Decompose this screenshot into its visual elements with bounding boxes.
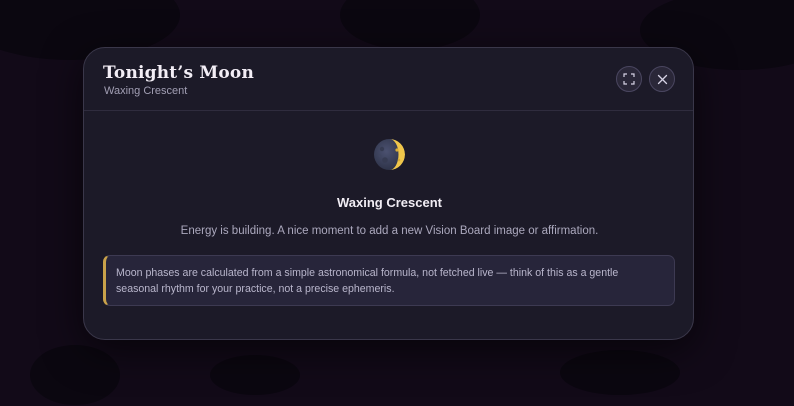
phase-name: Waxing Crescent [337, 195, 442, 210]
phase-description: Energy is building. A nice moment to add… [180, 225, 599, 237]
backdrop-shape [30, 345, 120, 405]
modal-title: Tonight’s Moon [103, 63, 255, 83]
modal-header: Tonight’s Moon Waxing Crescent [84, 48, 693, 111]
waxing-crescent-moon-icon [374, 139, 405, 170]
backdrop-shape [340, 0, 480, 50]
backdrop-shape [210, 355, 300, 395]
close-icon [657, 74, 667, 84]
moon-modal: Tonight’s Moon Waxing Crescent Waxing Cr… [83, 47, 694, 340]
info-note: Moon phases are calculated from a simple… [103, 255, 675, 306]
expand-button[interactable] [616, 66, 642, 92]
expand-icon [623, 73, 635, 85]
backdrop-shape [560, 350, 680, 395]
close-button[interactable] [649, 66, 675, 92]
modal-subtitle: Waxing Crescent [104, 85, 188, 97]
